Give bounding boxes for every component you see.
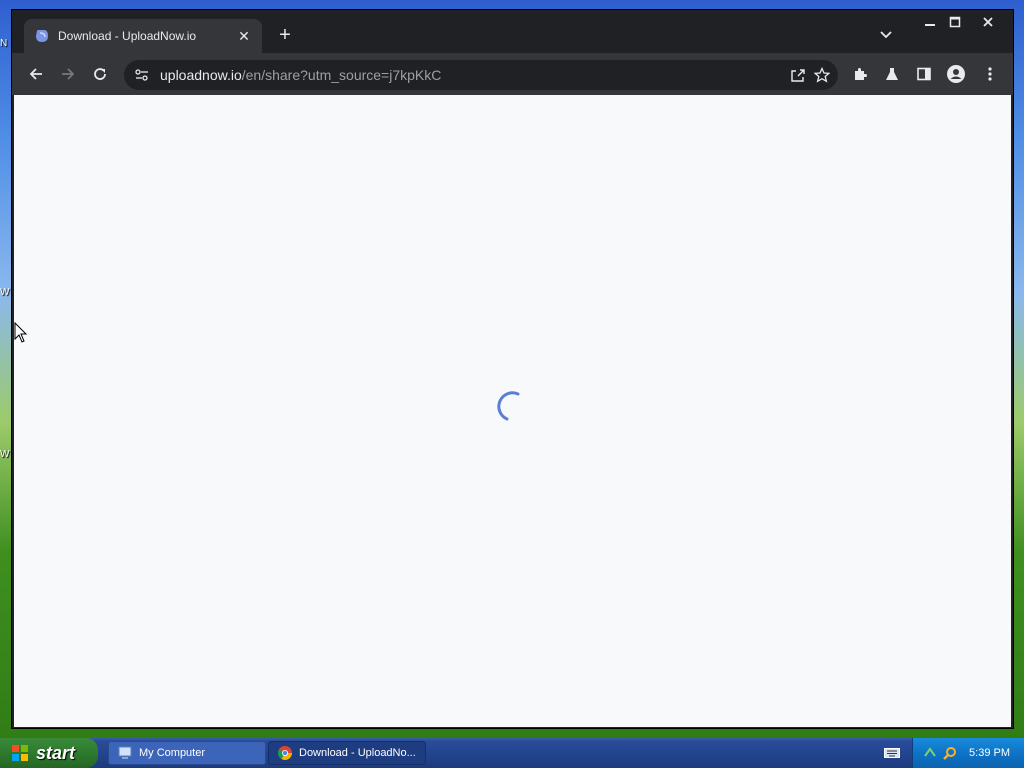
network-icon[interactable] — [923, 746, 937, 760]
taskbar-item-label: My Computer — [139, 747, 206, 759]
desktop-icon-fragment: N — [0, 38, 8, 49]
uploadnow-favicon-icon — [34, 28, 50, 44]
tab-download-uploadnow[interactable]: Download - UploadNow.io ✕ — [24, 19, 262, 53]
chrome-icon — [277, 746, 292, 760]
profile-avatar-icon[interactable] — [946, 64, 966, 84]
start-button[interactable]: start — [0, 738, 98, 768]
loading-spinner-icon — [497, 391, 520, 421]
taskbar: start My Computer Download - UploadNo...… — [0, 738, 1024, 768]
mouse-cursor-icon — [14, 322, 28, 343]
close-tab-icon[interactable]: ✕ — [236, 28, 252, 45]
windows-logo-icon — [12, 745, 28, 761]
desktop-icon-fragment: W — [0, 287, 10, 298]
chevron-down-icon[interactable] — [878, 26, 894, 42]
address-bar[interactable]: uploadnow.io/en/share?utm_source=j7kpKkC — [124, 60, 838, 90]
keyboard-icon[interactable] — [884, 747, 900, 759]
forward-arrow-icon[interactable] — [58, 64, 78, 84]
system-tray: 5:39 PM — [912, 738, 1024, 768]
menu-kebab-icon[interactable] — [980, 64, 1000, 84]
side-panel-icon[interactable] — [914, 64, 934, 84]
browser-toolbar: uploadnow.io/en/share?utm_source=j7kpKkC — [12, 53, 1013, 95]
back-arrow-icon[interactable] — [26, 64, 46, 84]
tab-strip: Download - UploadNow.io ✕ + — [12, 10, 1013, 53]
url-host: uploadnow.io — [160, 67, 242, 83]
labs-flask-icon[interactable] — [882, 64, 902, 84]
taskbar-item-label: Download - UploadNo... — [299, 747, 416, 759]
url-path: /en/share?utm_source=j7kpKkC — [241, 67, 442, 83]
url-text[interactable]: uploadnow.io/en/share?utm_source=j7kpKkC — [160, 67, 441, 83]
taskbar-item-browser[interactable]: Download - UploadNo... — [268, 741, 426, 765]
extensions-puzzle-icon[interactable] — [850, 64, 870, 84]
share-icon[interactable] — [790, 67, 806, 83]
clock: 5:39 PM — [969, 747, 1010, 759]
start-label: start — [36, 742, 76, 763]
search-icon[interactable] — [943, 746, 957, 760]
taskbar-item-my-computer[interactable]: My Computer — [108, 741, 266, 765]
maximize-button[interactable] — [940, 12, 970, 32]
reload-icon[interactable] — [90, 64, 110, 84]
tab-title: Download - UploadNow.io — [58, 29, 197, 43]
new-tab-button[interactable]: + — [274, 24, 296, 46]
page-content — [14, 95, 1011, 727]
site-info-icon[interactable] — [134, 67, 150, 83]
close-window-button[interactable] — [973, 12, 1003, 32]
my-computer-icon — [118, 746, 132, 759]
browser-window: Download - UploadNow.io ✕ + uploadnow.io… — [11, 9, 1014, 729]
bookmark-star-icon[interactable] — [814, 67, 830, 83]
desktop-icon-fragment: W — [0, 449, 10, 460]
